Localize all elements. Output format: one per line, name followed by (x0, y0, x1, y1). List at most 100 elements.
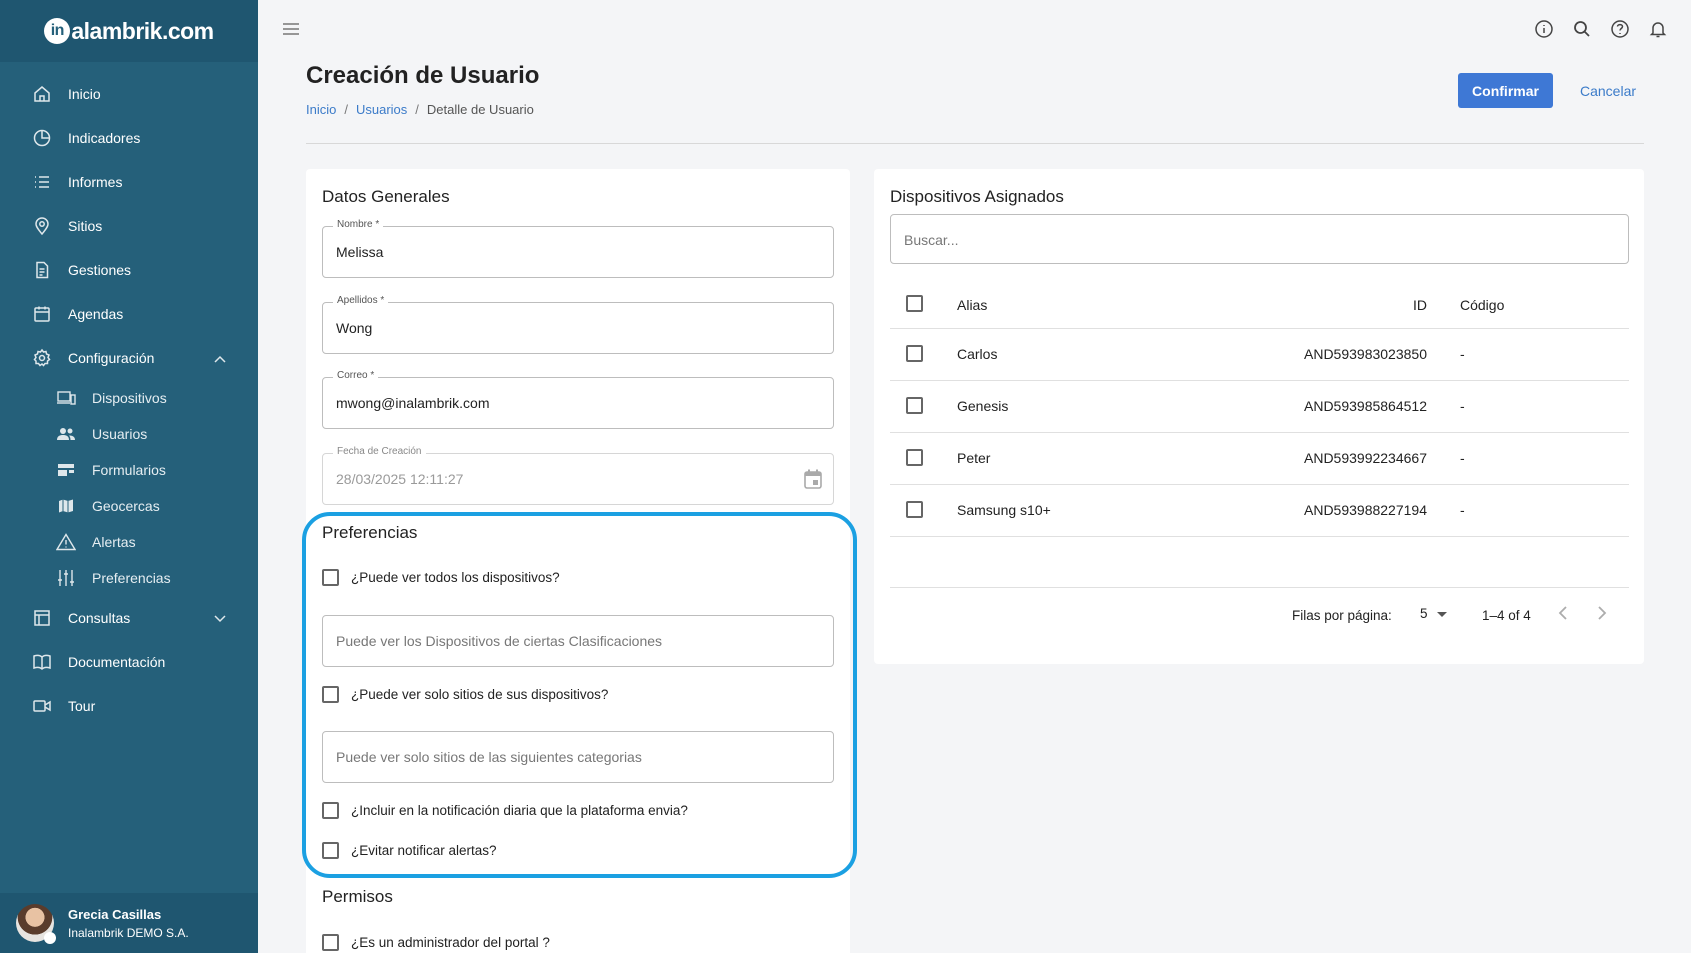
row-checkbox[interactable] (906, 345, 935, 362)
checkbox[interactable] (906, 345, 923, 362)
bell-icon[interactable] (1647, 18, 1669, 40)
checkbox[interactable] (322, 802, 339, 819)
breadcrumb-usuarios[interactable]: Usuarios (356, 102, 407, 117)
sidebar-item-label: Tour (68, 698, 96, 714)
checkbox-label: ¿Incluir en la notificación diaria que l… (351, 803, 688, 818)
column-header-code[interactable]: Código (1460, 297, 1504, 313)
dropdown-arrow-icon (1437, 612, 1448, 617)
fecha-creacion-field: Fecha de Creación 28/03/2025 12:11:27 (322, 446, 834, 505)
checkbox[interactable] (906, 449, 923, 466)
sidebar-item-informes[interactable]: Informes (0, 160, 258, 204)
sidebar-subitem-usuarios[interactable]: Usuarios (0, 416, 258, 452)
device-search-input[interactable]: Buscar... (890, 214, 1629, 264)
checkbox[interactable] (322, 934, 339, 951)
cell-alias: Genesis (957, 398, 1009, 414)
location-pin-icon (32, 216, 52, 236)
chevron-up-icon (214, 350, 226, 366)
table-row[interactable]: Samsung s10+ AND593988227194 - (890, 485, 1629, 537)
table-row[interactable]: Carlos AND593983023850 - (890, 329, 1629, 381)
sidebar-item-label: Documentación (68, 654, 166, 670)
sidebar-subitem-dispositivos[interactable]: Dispositivos (0, 380, 258, 416)
select-all-checkbox[interactable] (906, 295, 935, 312)
sidebar-item-tour[interactable]: Tour (0, 684, 258, 728)
confirm-button[interactable]: Confirmar (1458, 73, 1553, 108)
search-icon[interactable] (1571, 18, 1593, 40)
checkbox[interactable] (322, 569, 339, 586)
sidebar-nav: Inicio Indicadores Informes Sitios Gesti… (0, 62, 258, 728)
sidebar-subitem-alertas[interactable]: Alertas (0, 524, 258, 560)
table-row[interactable]: Peter AND593992234667 - (890, 433, 1629, 485)
avoid-alerts-checkbox[interactable]: ¿Evitar notificar alertas? (322, 842, 497, 859)
sidebar-item-documentacion[interactable]: Documentación (0, 640, 258, 684)
column-header-alias[interactable]: Alias (957, 297, 987, 313)
is-admin-checkbox[interactable]: ¿Es un administrador del portal ? (322, 934, 550, 951)
sidebar-item-gestiones[interactable]: Gestiones (0, 248, 258, 292)
brand-logo[interactable]: in alambrik.com (44, 18, 214, 45)
rows-per-page-select[interactable]: 5 (1420, 606, 1448, 621)
checkbox-label: ¿Puede ver todos los dispositivos? (351, 570, 560, 585)
sidebar-subitem-preferencias[interactable]: Preferencias (0, 560, 258, 596)
field-value: Melissa (336, 244, 384, 260)
devices-card: Dispositivos Asignados Buscar... Alias I… (874, 169, 1644, 664)
table-icon (32, 608, 52, 628)
section-title-general: Datos Generales (322, 187, 450, 206)
field-value: 28/03/2025 12:11:27 (336, 471, 464, 487)
sidebar-subitem-formularios[interactable]: Formularios (0, 452, 258, 488)
checkbox[interactable] (906, 501, 923, 518)
next-page-icon[interactable] (1597, 606, 1607, 623)
cell-id: AND593992234667 (1304, 450, 1427, 466)
daily-notification-checkbox[interactable]: ¿Incluir en la notificación diaria que l… (322, 802, 688, 819)
user-profile[interactable]: Grecia Casillas Inalambrik DEMO S.A. (0, 893, 258, 953)
only-sites-checkbox[interactable]: ¿Puede ver solo sitios de sus dispositiv… (322, 686, 608, 703)
calendar-icon (32, 304, 52, 324)
cell-alias: Peter (957, 450, 991, 466)
sidebar-item-inicio[interactable]: Inicio (0, 72, 258, 116)
sidebar-item-configuracion[interactable]: Configuración (0, 336, 258, 380)
checkbox[interactable] (322, 686, 339, 703)
sidebar-subitem-label: Formularios (92, 462, 166, 478)
table-row[interactable]: Genesis AND593985864512 - (890, 381, 1629, 433)
sidebar-subitem-label: Usuarios (92, 426, 148, 442)
sidebar-item-label: Configuración (68, 350, 155, 366)
sidebar-subitem-geocercas[interactable]: Geocercas (0, 488, 258, 524)
checkbox[interactable] (906, 295, 923, 312)
row-checkbox[interactable] (906, 501, 935, 518)
correo-field[interactable]: Correo * mwong@inalambrik.com (322, 370, 834, 429)
previous-page-icon[interactable] (1558, 606, 1568, 623)
user-org: Inalambrik DEMO S.A. (68, 925, 189, 940)
row-checkbox[interactable] (906, 449, 935, 466)
map-icon (56, 497, 76, 515)
sliders-icon (56, 569, 76, 587)
column-header-id[interactable]: ID (1413, 297, 1427, 313)
sidebar-item-sitios[interactable]: Sitios (0, 204, 258, 248)
cell-code: - (1460, 502, 1465, 518)
nombre-field[interactable]: Nombre * Melissa (322, 219, 834, 278)
book-icon (32, 652, 52, 672)
checkbox[interactable] (906, 397, 923, 414)
sidebar-item-label: Inicio (68, 86, 101, 102)
chevron-down-icon (214, 610, 226, 626)
menu-icon[interactable] (282, 22, 302, 41)
gear-icon (32, 348, 52, 368)
help-icon[interactable] (1609, 18, 1631, 40)
table-pagination: Filas por página: 5 1–4 of 4 (890, 587, 1629, 639)
checkbox-label: ¿Puede ver solo sitios de sus dispositiv… (351, 687, 609, 702)
sidebar-item-consultas[interactable]: Consultas (0, 596, 258, 640)
info-icon[interactable] (1533, 18, 1555, 40)
sidebar-item-agendas[interactable]: Agendas (0, 292, 258, 336)
section-title-devices: Dispositivos Asignados (890, 187, 1064, 206)
sidebar-item-indicadores[interactable]: Indicadores (0, 116, 258, 160)
devices-icon (56, 389, 76, 407)
apellidos-field[interactable]: Apellidos * Wong (322, 295, 834, 354)
status-dot (44, 932, 56, 944)
sidebar-subitem-label: Dispositivos (92, 390, 167, 406)
cancel-button[interactable]: Cancelar (1568, 73, 1648, 108)
sidebar-item-label: Agendas (68, 306, 124, 322)
row-checkbox[interactable] (906, 397, 935, 414)
classifications-input[interactable]: Puede ver los Dispositivos de ciertas Cl… (322, 615, 834, 667)
breadcrumb-inicio[interactable]: Inicio (306, 102, 336, 117)
field-label: Fecha de Creación (333, 446, 426, 457)
checkbox[interactable] (322, 842, 339, 859)
see-all-devices-checkbox[interactable]: ¿Puede ver todos los dispositivos? (322, 569, 560, 586)
site-categories-input[interactable]: Puede ver solo sitios de las siguientes … (322, 731, 834, 783)
